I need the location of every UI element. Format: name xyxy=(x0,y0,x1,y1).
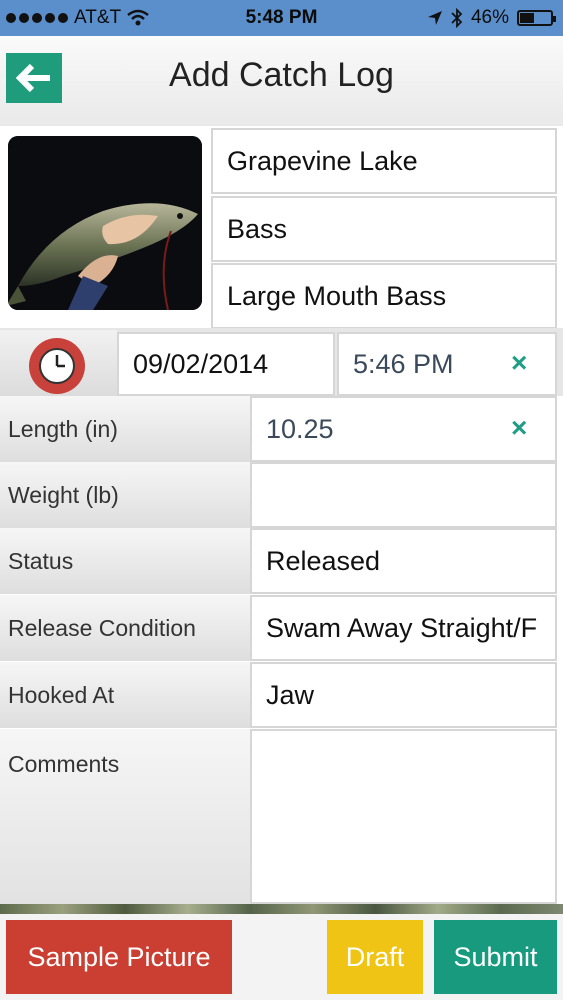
clear-length-icon[interactable]: × xyxy=(511,412,527,444)
release-condition-value: Swam Away Straight/F xyxy=(266,612,538,643)
clock-area xyxy=(0,330,117,396)
hooked-at-value: Jaw xyxy=(266,679,315,710)
species-value: Bass xyxy=(227,213,288,244)
weight-label: Weight (lb) xyxy=(0,462,250,528)
subspecies-value: Large Mouth Bass xyxy=(227,280,447,311)
photo-area xyxy=(0,126,210,316)
nav-header: Add Catch Log xyxy=(0,36,563,126)
sample-picture-button[interactable]: Sample Picture xyxy=(6,920,232,994)
length-value: 10.25 xyxy=(266,413,334,444)
comments-label: Comments xyxy=(0,729,250,904)
draft-button[interactable]: Draft xyxy=(327,920,423,994)
clock-button[interactable] xyxy=(29,338,85,394)
battery-percent: 46% xyxy=(470,7,509,28)
status-value: Released xyxy=(266,545,381,576)
hooked-at-label: Hooked At xyxy=(0,662,250,728)
status-right: 46% xyxy=(427,6,556,30)
location-arrow-icon xyxy=(427,11,442,25)
location-field[interactable]: Grapevine Lake xyxy=(211,128,557,194)
battery-icon xyxy=(517,10,556,26)
release-condition-label: Release Condition xyxy=(0,595,250,661)
fish-photo-image xyxy=(8,136,202,310)
status-select[interactable]: Released xyxy=(250,528,557,594)
clock-icon xyxy=(39,348,75,384)
hooked-at-select[interactable]: Jaw xyxy=(250,662,557,728)
length-label: Length (in) xyxy=(0,396,250,462)
time-value: 5:46 PM xyxy=(353,348,454,379)
release-condition-select[interactable]: Swam Away Straight/F xyxy=(250,595,557,661)
status-label: Status xyxy=(0,528,250,594)
weight-input[interactable] xyxy=(250,462,557,528)
battery-level xyxy=(520,13,534,23)
clear-time-icon[interactable]: × xyxy=(511,347,527,379)
subspecies-field[interactable]: Large Mouth Bass xyxy=(211,263,557,329)
bluetooth-icon xyxy=(451,8,463,28)
submit-button[interactable]: Submit xyxy=(434,920,557,994)
date-field[interactable]: 09/02/2014 xyxy=(117,332,335,396)
status-bar: AT&T 5:48 PM 46% xyxy=(0,0,563,36)
comments-textarea[interactable] xyxy=(250,729,557,904)
page-title: Add Catch Log xyxy=(169,56,394,94)
catch-photo[interactable] xyxy=(8,136,202,310)
location-value: Grapevine Lake xyxy=(227,145,418,176)
species-field[interactable]: Bass xyxy=(211,196,557,262)
date-value: 09/02/2014 xyxy=(133,348,269,379)
